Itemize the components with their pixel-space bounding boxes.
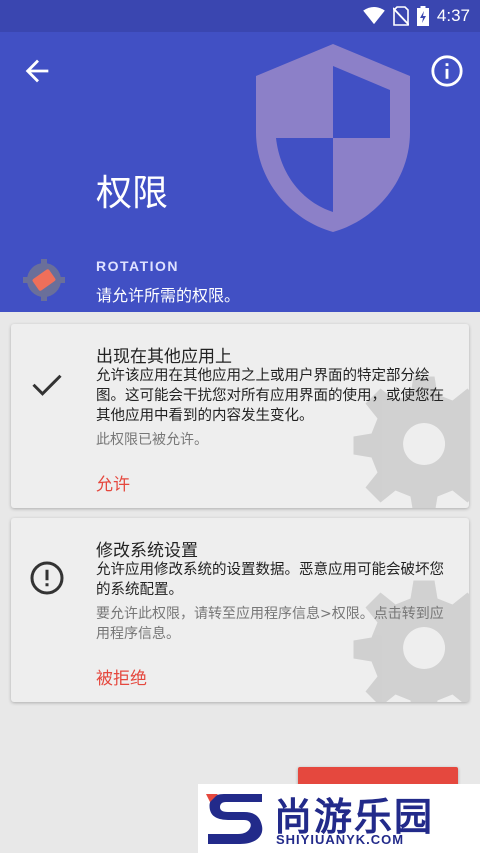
back-arrow-icon[interactable]	[20, 54, 54, 88]
page-title: 权限	[96, 173, 169, 214]
watermark-subtext: SHIYIUANYK.COM	[276, 832, 405, 847]
watermark-logo-icon	[206, 794, 263, 844]
permission-status-denied[interactable]: 被拒绝	[96, 664, 147, 689]
permission-status-allowed[interactable]: 允许	[96, 470, 130, 495]
header-subtitle: 请允许所需的权限。	[96, 286, 241, 305]
permission-description: 允许该应用在其他应用之上或用户界面的特定部分绘图。这可能会干扰您对所有应用界面的…	[96, 368, 444, 424]
watermark: 尚游乐园 SHIYIUANYK.COM	[198, 784, 480, 853]
permission-card-system-settings[interactable]: 修改系统设置 允许应用修改系统的设置数据。恶意应用可能会破坏您的系统配置。 要允…	[11, 518, 469, 702]
permission-title: 修改系统设置	[96, 541, 198, 561]
no-sim-icon	[392, 6, 409, 26]
permission-description: 允许应用修改系统的设置数据。恶意应用可能会破坏您的系统配置。	[96, 562, 444, 598]
status-icons: 4:37	[363, 4, 470, 28]
permission-title: 出现在其他应用上	[96, 347, 232, 367]
info-icon[interactable]	[430, 54, 464, 88]
permission-card-overlay[interactable]: 出现在其他应用上 允许该应用在其他应用之上或用户界面的特定部分绘图。这可能会干扰…	[11, 324, 469, 508]
permission-note: 此权限已被允许。	[96, 432, 208, 448]
shield-icon	[256, 44, 410, 232]
permission-note: 要允许此权限，请转至应用程序信息>权限。点击转到应用程序信息。	[96, 606, 444, 642]
alert-circle-icon	[30, 561, 64, 595]
permissions-header: 权限 ROTATION 请允许所需的权限。	[0, 32, 480, 312]
app-name: ROTATION	[96, 258, 180, 274]
battery-charging-icon	[416, 6, 429, 26]
app-icon	[23, 259, 65, 301]
status-time: 4:37	[436, 6, 470, 25]
status-bar: 4:37	[0, 0, 480, 32]
checkmark-icon	[32, 374, 62, 396]
wifi-icon	[363, 7, 385, 25]
